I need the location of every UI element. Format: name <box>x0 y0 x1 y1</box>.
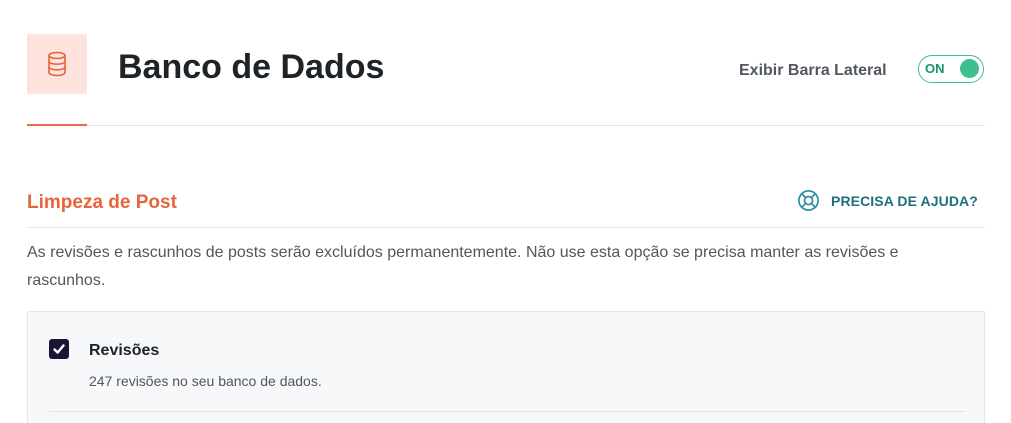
option-divider <box>49 411 965 412</box>
help-link-label: PRECISA DE AJUDA? <box>831 192 978 209</box>
database-icon-tile <box>27 34 87 94</box>
toggle-state-text: ON <box>925 61 945 76</box>
page-title: Banco de Dados <box>118 48 385 86</box>
revisions-option-title: Revisões <box>89 342 160 359</box>
revisions-option-description: 247 revisões no seu banco de dados. <box>89 373 322 389</box>
active-tab-indicator <box>27 124 87 126</box>
cleanup-options-panel: Revisões 247 revisões no seu banco de da… <box>27 311 985 423</box>
header-divider <box>27 125 985 126</box>
toggle-knob <box>960 59 979 78</box>
database-icon <box>48 51 66 77</box>
section-divider <box>27 227 985 228</box>
section-title: Limpeza de Post <box>27 192 177 213</box>
database-settings-page: Banco de Dados Exibir Barra Lateral ON L… <box>0 0 1011 423</box>
help-link[interactable]: PRECISA DE AJUDA? <box>797 189 978 212</box>
section-description: As revisões e rascunhos de posts serão e… <box>27 244 899 289</box>
sidebar-toggle-label: Exibir Barra Lateral <box>739 62 887 79</box>
revisions-checkbox[interactable] <box>49 339 69 359</box>
checkmark-icon <box>53 344 65 354</box>
sidebar-toggle[interactable]: ON <box>918 55 984 83</box>
lifebuoy-icon <box>798 190 819 211</box>
